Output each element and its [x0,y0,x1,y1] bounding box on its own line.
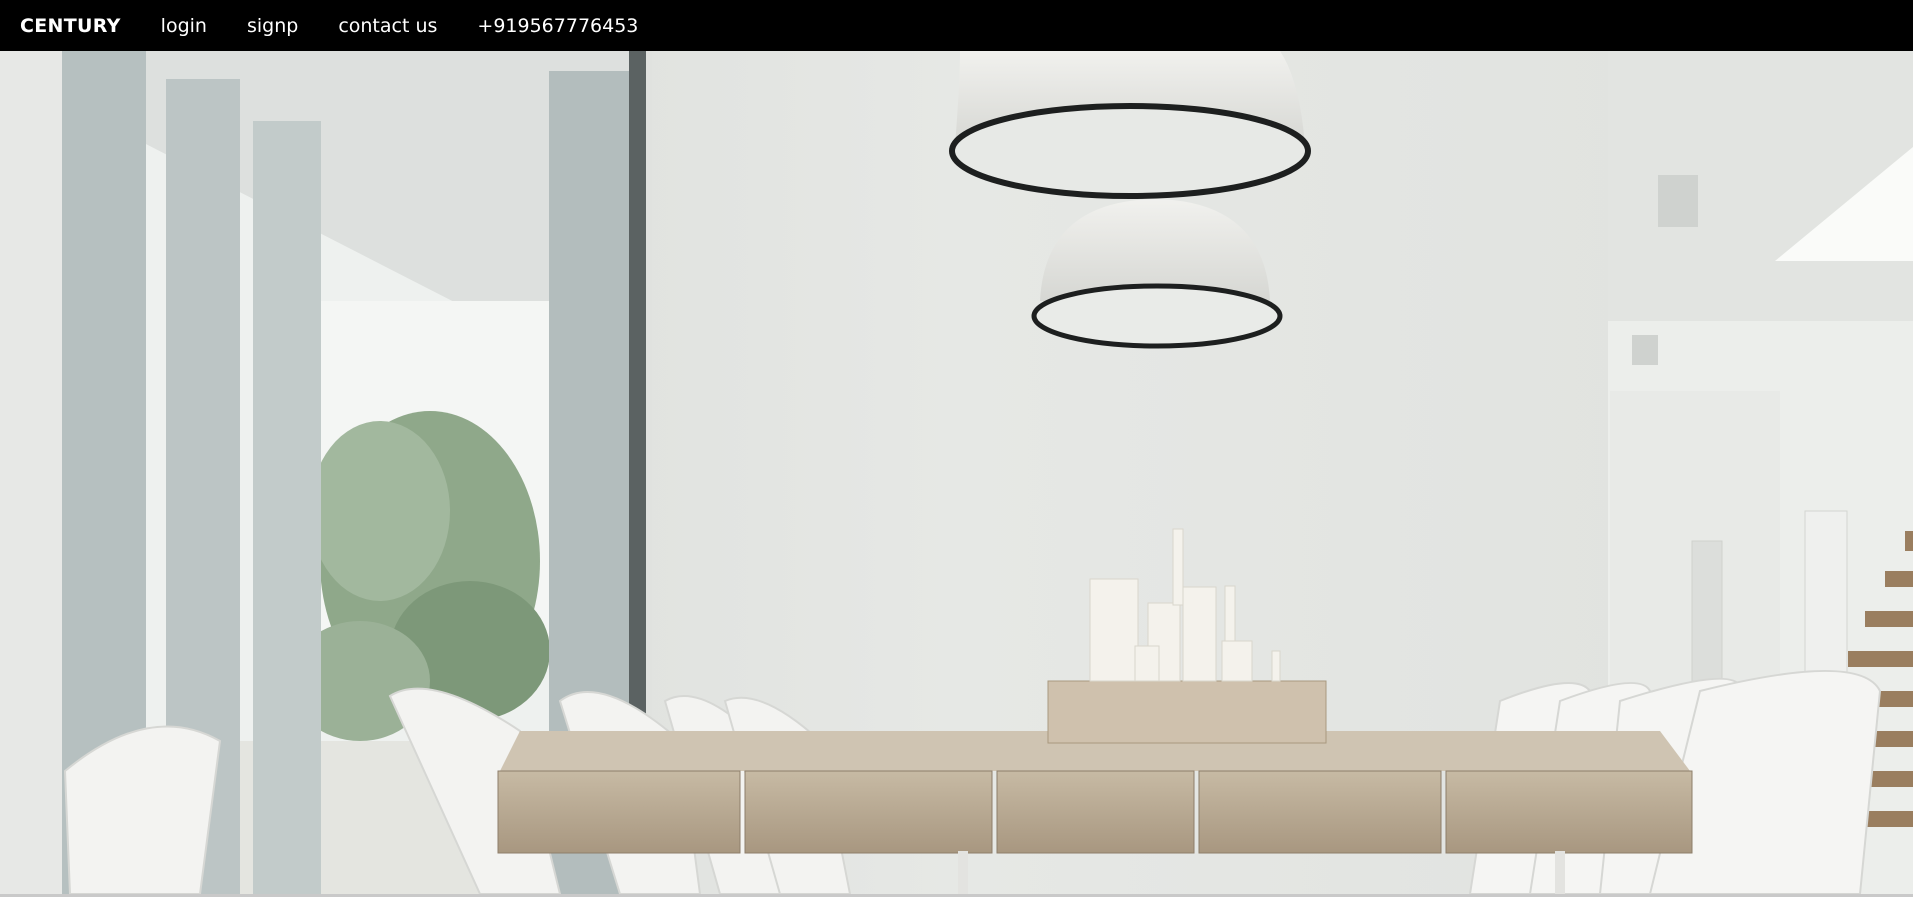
contact-us-link[interactable]: contact us [338,15,437,37]
top-navbar: CENTURY login signp contact us +91956777… [0,0,1913,51]
dining-room-illustration [0,51,1913,894]
hero-image [0,51,1913,894]
signup-link[interactable]: signp [247,15,298,37]
brand-logo[interactable]: CENTURY [20,15,121,37]
phone-link[interactable]: +919567776453 [477,15,638,37]
login-link[interactable]: login [161,15,207,37]
pendant-lamp-upper [949,51,1311,199]
